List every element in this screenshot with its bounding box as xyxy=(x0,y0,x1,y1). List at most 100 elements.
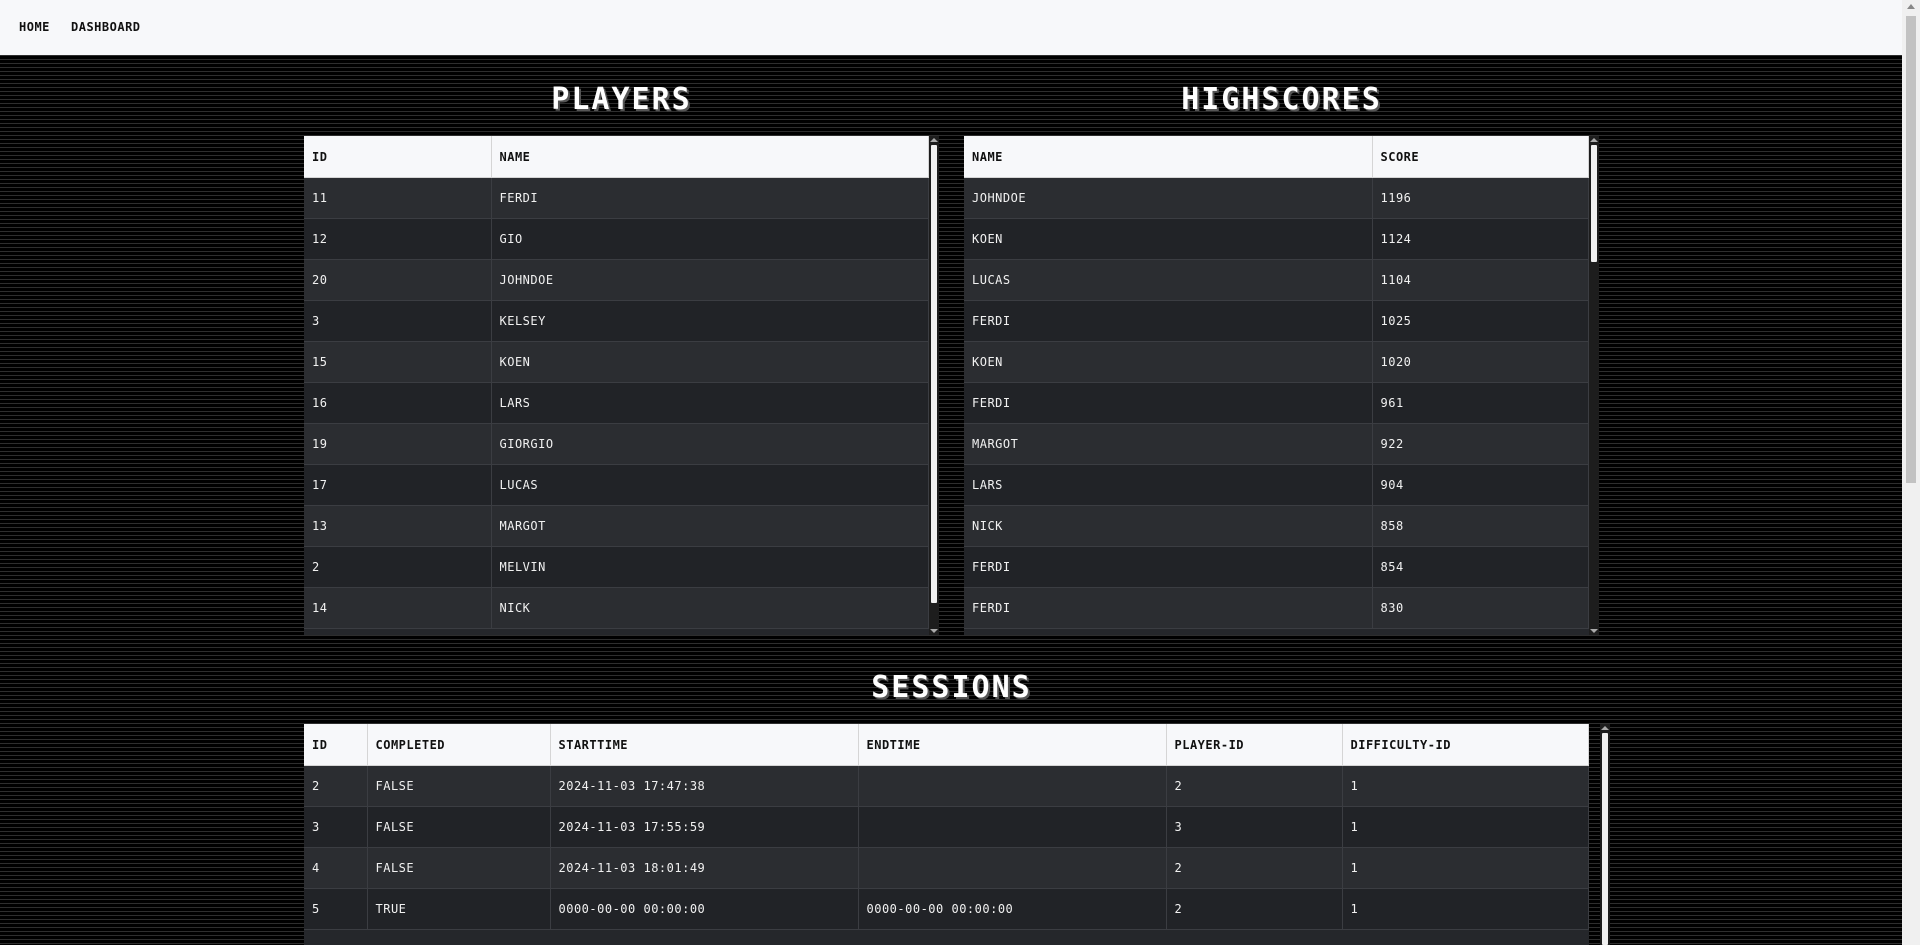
table-cell: KOEN xyxy=(964,341,1373,383)
table-cell: JOHNDOE xyxy=(491,259,929,301)
players-table-scrollbar[interactable] xyxy=(929,136,939,635)
table-cell: 1 xyxy=(1342,806,1589,848)
scroll-down-arrow-icon[interactable] xyxy=(1590,629,1598,633)
table-row: FERDI 854 xyxy=(964,546,1589,588)
table-cell: 15 xyxy=(304,341,492,383)
table-cell: 1124 xyxy=(1372,218,1589,260)
table-cell: 2024-11-03 17:55:59 xyxy=(550,806,859,848)
sessions-table: ID COMPLETED STARTTIME ENDTIME PLAYER-ID DIFF… xyxy=(304,724,1589,930)
table-row: 12 GIO xyxy=(304,218,929,260)
table-cell: 11 xyxy=(304,177,492,219)
table-cell: 3 xyxy=(304,806,368,848)
table-cell: KOEN xyxy=(491,341,929,383)
sessions-scrollbar-thumb[interactable] xyxy=(1602,733,1608,945)
players-title: PLAYERS xyxy=(551,82,692,117)
table-cell: 1025 xyxy=(1372,300,1589,342)
sessions-column-header: DIFFICULTY-ID xyxy=(1342,724,1589,766)
sessions-table-scrollbar[interactable] xyxy=(1600,724,1610,945)
table-cell: 12 xyxy=(304,218,492,260)
table-cell: FERDI xyxy=(964,546,1373,588)
highscores-table-body: JOHNDOE 1196 KOEN 1124 LUCAS 1104 FERDI 1025 KOE… xyxy=(964,177,1589,629)
table-cell: 20 xyxy=(304,259,492,301)
table-cell: 14 xyxy=(304,587,492,629)
highscores-header-row: NAME SCORE xyxy=(964,136,1589,178)
highscores-table-container: NAME SCORE JOHNDOE 1196 KOEN 1124 LUCAS 1104 FE… xyxy=(964,136,1589,635)
scroll-up-arrow-icon[interactable] xyxy=(1590,138,1598,142)
table-cell xyxy=(858,765,1167,807)
sessions-header-row: ID COMPLETED STARTTIME ENDTIME PLAYER-ID DIFF… xyxy=(304,724,1589,766)
highscores-column-header: NAME xyxy=(964,136,1373,178)
table-row: NICK 858 xyxy=(964,505,1589,547)
table-cell: FALSE xyxy=(367,847,551,889)
nav-link-dashboard[interactable]: DASHBOARD xyxy=(71,20,141,34)
table-row: LUCAS 1104 xyxy=(964,259,1589,301)
table-cell: 13 xyxy=(304,505,492,547)
table-cell: KOEN xyxy=(964,218,1373,260)
table-cell: 5 xyxy=(304,888,368,930)
table-cell: FERDI xyxy=(964,300,1373,342)
top-navigation-bar: HOME DASHBOARD xyxy=(0,0,1902,55)
table-row: KOEN 1020 xyxy=(964,341,1589,383)
table-row: MARGOT 922 xyxy=(964,423,1589,465)
table-cell: 922 xyxy=(1372,423,1589,465)
highscores-title: HIGHSCORES xyxy=(1181,82,1382,117)
table-row: 16 LARS xyxy=(304,382,929,424)
scroll-down-arrow-icon[interactable] xyxy=(930,629,938,633)
table-cell: 2 xyxy=(1166,765,1343,807)
table-cell: 1 xyxy=(1342,847,1589,889)
table-cell: FALSE xyxy=(367,806,551,848)
players-scrollbar-thumb[interactable] xyxy=(931,145,937,603)
page-scrollbar-thumb[interactable] xyxy=(1906,16,1916,483)
table-row: 20 JOHNDOE xyxy=(304,259,929,301)
highscores-table: NAME SCORE JOHNDOE 1196 KOEN 1124 LUCAS 1104 FE… xyxy=(964,136,1589,629)
table-cell: 830 xyxy=(1372,587,1589,629)
sessions-column-header: COMPLETED xyxy=(367,724,551,766)
table-cell: 1 xyxy=(1342,888,1589,930)
page-scrollbar[interactable] xyxy=(1902,0,1920,945)
highscores-column-header: SCORE xyxy=(1372,136,1589,178)
table-cell: LARS xyxy=(964,464,1373,506)
players-table-body: 11 FERDI 12 GIO 20 JOHNDOE 3 KELSEY 15 KOEN 16 LARS… xyxy=(304,177,929,629)
table-cell: GIORGIO xyxy=(491,423,929,465)
nav-link-home[interactable]: HOME xyxy=(19,20,50,34)
table-cell: 17 xyxy=(304,464,492,506)
table-row: 14 NICK xyxy=(304,587,929,629)
sessions-column-header: ENDTIME xyxy=(858,724,1167,766)
table-cell: LUCAS xyxy=(964,259,1373,301)
table-cell: 2 xyxy=(304,765,368,807)
table-cell: 16 xyxy=(304,382,492,424)
table-cell: 1020 xyxy=(1372,341,1589,383)
scroll-up-arrow-icon[interactable] xyxy=(1601,726,1609,730)
highscores-scrollbar-thumb[interactable] xyxy=(1591,145,1597,262)
table-cell xyxy=(858,847,1167,889)
players-table: ID NAME 11 FERDI 12 GIO 20 JOHNDOE 3 KELSEY 15 KOE… xyxy=(304,136,929,629)
scroll-up-arrow-icon[interactable] xyxy=(1907,4,1915,9)
table-cell: 0000-00-00 00:00:00 xyxy=(858,888,1167,930)
table-cell: 4 xyxy=(304,847,368,889)
table-row: 3 KELSEY xyxy=(304,300,929,342)
scroll-up-arrow-icon[interactable] xyxy=(930,138,938,142)
sessions-column-header: STARTTIME xyxy=(550,724,859,766)
table-cell: 0000-00-00 00:00:00 xyxy=(550,888,859,930)
table-cell: 2024-11-03 17:47:38 xyxy=(550,765,859,807)
table-row: KOEN 1124 xyxy=(964,218,1589,260)
players-column-header: NAME xyxy=(491,136,929,178)
highscores-table-scrollbar[interactable] xyxy=(1589,136,1599,635)
table-row: 2 MELVIN xyxy=(304,546,929,588)
table-cell: KELSEY xyxy=(491,300,929,342)
table-row: 2 FALSE 2024-11-03 17:47:38 2 1 xyxy=(304,765,1589,807)
sessions-table-body: 2 FALSE 2024-11-03 17:47:38 2 1 3 FALSE 2024-11… xyxy=(304,765,1589,930)
table-cell: LUCAS xyxy=(491,464,929,506)
table-cell: 1 xyxy=(1342,765,1589,807)
table-cell: 2 xyxy=(1166,847,1343,889)
table-cell: NICK xyxy=(491,587,929,629)
table-row: 11 FERDI xyxy=(304,177,929,219)
table-row: FERDI 1025 xyxy=(964,300,1589,342)
sessions-title: SESSIONS xyxy=(871,670,1032,705)
table-cell: 961 xyxy=(1372,382,1589,424)
table-cell: 1196 xyxy=(1372,177,1589,219)
table-cell: FALSE xyxy=(367,765,551,807)
table-cell: GIO xyxy=(491,218,929,260)
players-header-row: ID NAME xyxy=(304,136,929,178)
table-cell xyxy=(858,806,1167,848)
